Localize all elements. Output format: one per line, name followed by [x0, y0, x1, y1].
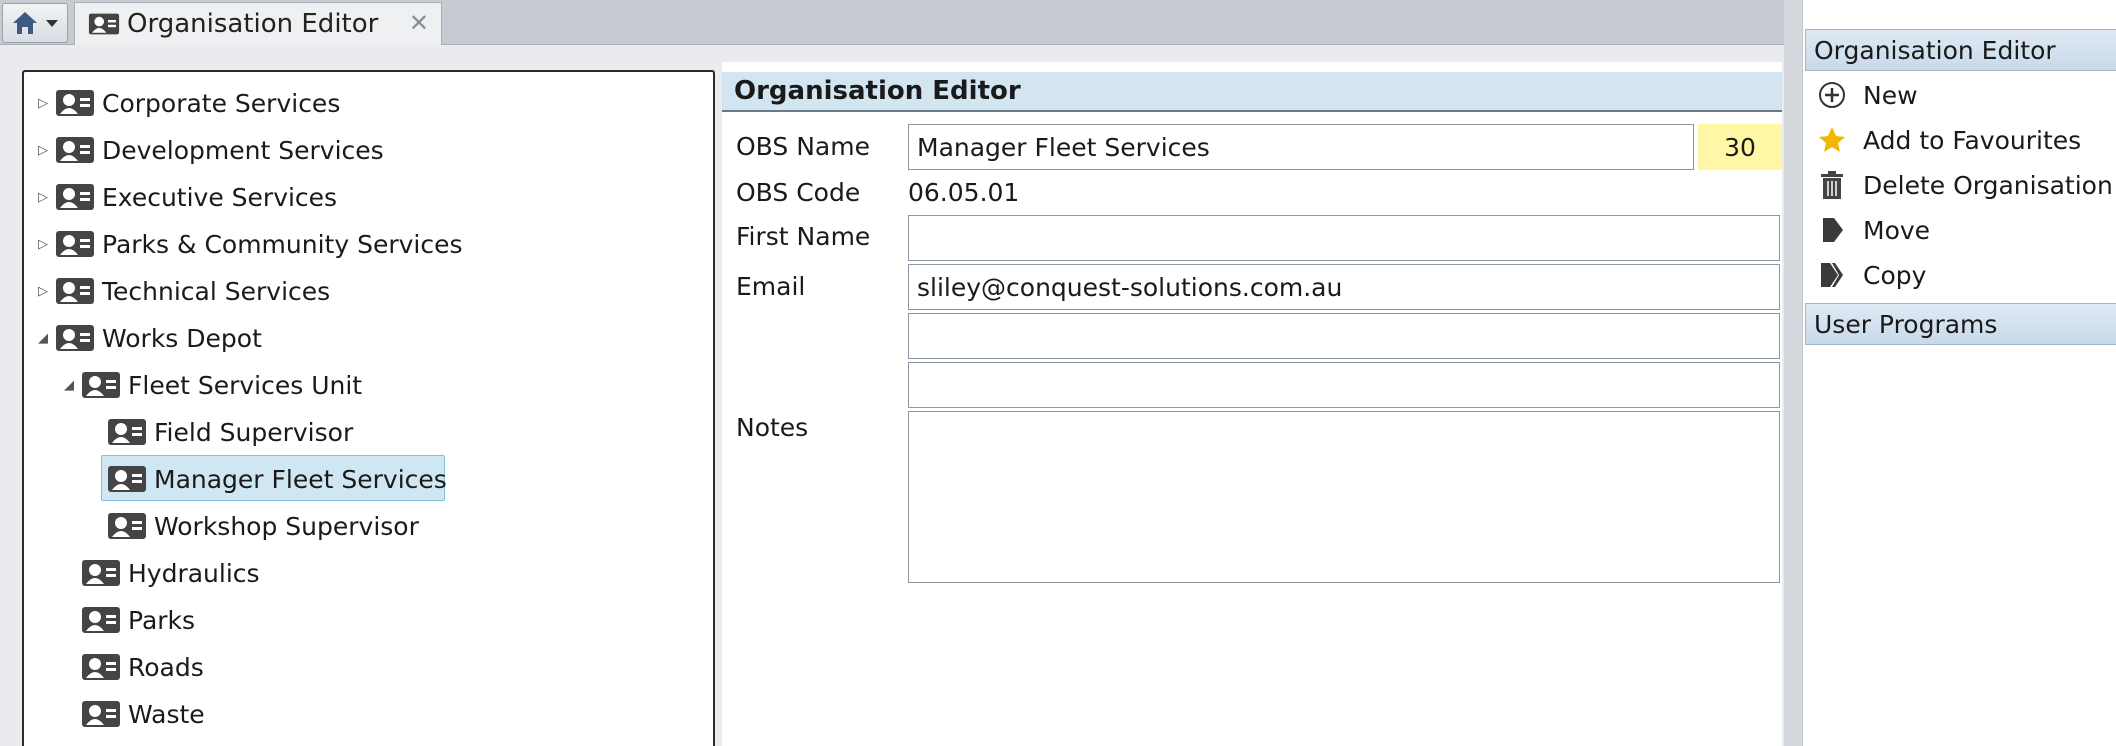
expand-icon[interactable]: ▷	[34, 187, 52, 207]
organisation-icon	[82, 652, 120, 682]
trash-icon	[1815, 168, 1849, 202]
tree-node-label: Parks	[128, 605, 196, 635]
notes-textarea[interactable]	[908, 411, 1780, 583]
tree-node[interactable]: Hydraulics	[60, 551, 260, 595]
obs-name-value: Manager Fleet Services	[917, 132, 1210, 162]
obs-count-badge: 30	[1698, 124, 1782, 170]
organisation-icon	[87, 12, 121, 36]
tree-node[interactable]: Waste	[60, 692, 205, 736]
first-name-label: First Name	[736, 222, 871, 251]
organisation-icon	[82, 605, 120, 635]
expand-icon[interactable]: ▷	[34, 281, 52, 301]
tree-node[interactable]: Field Supervisor	[86, 410, 353, 454]
add-to-favourites-button[interactable]: Add to Favourites	[1805, 118, 2116, 162]
organisation-icon	[56, 229, 94, 259]
new-button[interactable]: New	[1805, 73, 2116, 117]
obs-name-input[interactable]: Manager Fleet Services	[908, 124, 1694, 170]
tree-node-label: Parks & Community Services	[102, 229, 463, 259]
organisation-icon	[56, 182, 94, 212]
tree-node[interactable]: ▷ Development Services	[34, 128, 384, 172]
copy-label: Copy	[1863, 260, 1927, 290]
tree-node-label: Works Depot	[102, 323, 262, 353]
tree-node-label: Fleet Services Unit	[128, 370, 363, 400]
move-icon	[1815, 213, 1849, 247]
tree-node[interactable]: ◢ Fleet Services Unit	[60, 363, 362, 407]
email-label: Email	[736, 272, 806, 301]
add-circle-icon	[1815, 78, 1849, 112]
tree-node-label: Roads	[128, 652, 204, 682]
new-label: New	[1863, 80, 1918, 110]
tree-node[interactable]: ▷ Corporate Services	[34, 81, 340, 125]
email-field-3[interactable]	[908, 362, 1780, 408]
tree-node-label: Manager Fleet Services	[154, 464, 447, 494]
organisation-icon	[108, 511, 146, 541]
collapse-icon[interactable]: ◢	[60, 375, 78, 395]
email-field-2[interactable]	[908, 313, 1780, 359]
form-header: Organisation Editor	[722, 72, 1782, 112]
notes-label: Notes	[736, 413, 809, 442]
organisation-form: Organisation Editor OBS Name Manager Fle…	[722, 62, 1782, 746]
tree-node[interactable]: Parks	[60, 598, 195, 642]
expand-icon[interactable]: ▷	[34, 93, 52, 113]
actions-section-header[interactable]: Organisation Editor	[1805, 29, 2116, 71]
user-programs-title: User Programs	[1814, 309, 1998, 339]
organisation-icon	[56, 88, 94, 118]
action-pane: Organisation Editor New Add to Favourite…	[1802, 0, 2116, 746]
organisation-icon	[56, 323, 94, 353]
tree-node-label: Field Supervisor	[154, 417, 354, 447]
obs-code-label: OBS Code	[736, 178, 861, 207]
obs-name-label: OBS Name	[736, 132, 870, 161]
tree-node-label: Waste	[128, 699, 205, 729]
tab-label: Organisation Editor	[127, 9, 379, 39]
tree-node[interactable]: ◢ Works Depot	[34, 316, 262, 360]
expand-icon[interactable]: ▷	[34, 140, 52, 160]
tree-node[interactable]: ▷ Technical Services	[34, 269, 330, 313]
organisation-icon	[82, 370, 120, 400]
tab-strip: Organisation Editor ✕	[0, 0, 1800, 45]
organisation-tree: ▷ Corporate Services ▷ Development Servi…	[22, 70, 715, 746]
move-label: Move	[1863, 215, 1931, 245]
user-programs-section-header[interactable]: User Programs	[1805, 303, 2116, 345]
close-icon[interactable]: ✕	[409, 9, 429, 37]
organisation-icon	[82, 558, 120, 588]
tree-node-selected[interactable]: Manager Fleet Services	[86, 455, 447, 501]
move-button[interactable]: Move	[1805, 208, 2116, 252]
tree-node-label: Development Services	[102, 135, 384, 165]
delete-organisation-button[interactable]: Delete Organisation	[1805, 163, 2116, 207]
collapse-icon[interactable]: ◢	[34, 328, 52, 348]
copy-icon	[1815, 258, 1849, 292]
organisation-icon	[82, 699, 120, 729]
tree-node[interactable]: Roads	[60, 645, 204, 689]
tree-node-label: Technical Services	[102, 276, 331, 306]
email-field[interactable]: sliley@conquest-solutions.com.au	[908, 264, 1780, 310]
delete-organisation-label: Delete Organisation	[1863, 170, 2113, 200]
organisation-icon	[56, 135, 94, 165]
tree-node-label: Corporate Services	[102, 88, 341, 118]
pane-divider[interactable]	[1784, 0, 1802, 746]
star-icon	[1815, 123, 1849, 157]
tree-node[interactable]: ▷ Executive Services	[34, 175, 337, 219]
tree-node-label: Hydraulics	[128, 558, 260, 588]
tree-node[interactable]: ▷ Parks & Community Services	[34, 222, 463, 266]
tree-node-label: Workshop Supervisor	[154, 511, 419, 541]
tree-node[interactable]: Workshop Supervisor	[86, 504, 419, 548]
first-name-field[interactable]	[908, 215, 1780, 261]
home-icon	[11, 10, 39, 36]
home-menu-button[interactable]	[2, 3, 68, 43]
copy-button[interactable]: Copy	[1805, 253, 2116, 297]
email-value: sliley@conquest-solutions.com.au	[917, 272, 1343, 302]
form-title: Organisation Editor	[734, 76, 1021, 106]
organisation-icon	[108, 464, 146, 494]
expand-icon[interactable]: ▷	[34, 234, 52, 254]
chevron-down-icon	[45, 18, 59, 28]
organisation-icon	[108, 417, 146, 447]
tab-organisation-editor[interactable]: Organisation Editor ✕	[74, 2, 442, 45]
actions-section-title: Organisation Editor	[1814, 35, 2056, 65]
obs-code-value: 06.05.01	[908, 178, 1020, 207]
tree-node-label: Executive Services	[102, 182, 338, 212]
add-to-favourites-label: Add to Favourites	[1863, 125, 2082, 155]
organisation-icon	[56, 276, 94, 306]
